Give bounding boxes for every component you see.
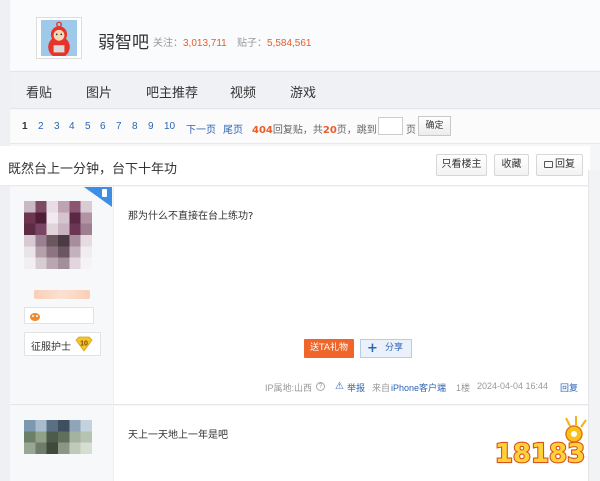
- reply-icon: [544, 161, 553, 168]
- level-badge-icon: [30, 313, 40, 321]
- thread-title-bar: 既然台上一分钟，台下十年功 只看楼主 收藏 回复: [0, 146, 590, 186]
- nav-videos[interactable]: 视频: [230, 82, 256, 101]
- only-op-button[interactable]: 只看楼主: [436, 154, 487, 176]
- author-avatar[interactable]: [24, 201, 92, 269]
- pagination-bar: 1 2 3 4 5 6 7 8 9 10 下一页 尾页 404回复贴，共20页，…: [10, 110, 600, 144]
- reply-label: 回复贴，共: [272, 125, 323, 136]
- forum-name[interactable]: 弱智吧: [98, 28, 149, 53]
- page-link-current[interactable]: 1: [22, 121, 28, 132]
- author-avatar[interactable]: [24, 420, 92, 481]
- post-time: 2024-04-04 16:44: [477, 381, 549, 391]
- user-level-box: [24, 307, 94, 324]
- ip-location: IP属地:山西: [265, 383, 313, 393]
- send-gift-button[interactable]: 送TA礼物: [304, 339, 354, 358]
- author-column: 征服护士 10: [10, 187, 114, 404]
- forum-title-badge[interactable]: 征服护士 10: [24, 332, 101, 356]
- teletubby-po-icon: [41, 20, 77, 56]
- client-link[interactable]: iPhone客户端: [391, 381, 446, 394]
- jump-label: 跳到: [356, 125, 377, 136]
- warning-icon: ⚠: [335, 381, 344, 392]
- level-number-icon: 10: [75, 336, 93, 352]
- reply-count: 404: [252, 125, 273, 136]
- favorite-button[interactable]: 收藏: [494, 154, 529, 176]
- follow-label: 关注：: [153, 38, 183, 49]
- page-link[interactable]: 5: [85, 121, 91, 132]
- author-column: [10, 406, 114, 481]
- reply-button-label: 回复: [555, 159, 575, 170]
- last-page-link[interactable]: 尾页: [223, 121, 243, 136]
- left-margin: [0, 0, 10, 481]
- forum-nav: 看贴 图片 吧主推荐 视频 游戏: [10, 71, 600, 109]
- page-link[interactable]: 9: [148, 121, 154, 132]
- reply-button[interactable]: 回复: [536, 154, 583, 176]
- forum-header: 弱智吧 关注：3,013,711 贴子：5,584,561: [10, 0, 600, 70]
- page-suffix: 页，: [336, 125, 357, 136]
- page-link[interactable]: 8: [132, 121, 138, 132]
- floor-number: 1楼: [456, 383, 471, 393]
- pixelated-avatar-icon: [24, 420, 92, 454]
- nav-games[interactable]: 游戏: [290, 82, 316, 101]
- info-icon: ?: [316, 382, 325, 391]
- source-label: 来自: [372, 383, 391, 393]
- site-watermark-logo: 18183: [494, 416, 587, 470]
- floor-reply-link[interactable]: 回复: [560, 381, 578, 394]
- next-page-link[interactable]: 下一页: [186, 121, 216, 136]
- badge-level-number: 10: [80, 341, 88, 348]
- mobile-client-icon: [84, 187, 112, 207]
- page-link[interactable]: 3: [54, 121, 60, 132]
- page-link[interactable]: 4: [69, 121, 75, 132]
- posts-stat: 贴子：5,584,561: [237, 34, 312, 49]
- jump-confirm-button[interactable]: 确定: [418, 116, 451, 136]
- page-count: 20: [322, 125, 337, 136]
- page-link[interactable]: 10: [164, 121, 175, 132]
- posts-count: 5,584,561: [267, 38, 312, 49]
- post-content: 天上一天地上一年是吧: [128, 430, 228, 441]
- page-unit: 页: [406, 125, 416, 136]
- page-link[interactable]: 2: [38, 121, 44, 132]
- forum-avatar[interactable]: [36, 17, 82, 59]
- jump-page-input[interactable]: [378, 117, 403, 135]
- nav-featured[interactable]: 吧主推荐: [146, 82, 198, 101]
- post-floor-1: 征服护士 10 那为什么不直接在台上练功? 送TA礼物 + 分享 IP属地:山西…: [10, 187, 588, 405]
- reply-summary: 404回复贴，共20页，跳到: [252, 121, 377, 136]
- nav-images[interactable]: 图片: [86, 82, 112, 101]
- report-link[interactable]: 举报: [347, 381, 365, 394]
- thread-title: 既然台上一分钟，台下十年功: [8, 162, 178, 177]
- page-link[interactable]: 7: [116, 121, 122, 132]
- watermark-text: 18183: [495, 439, 585, 469]
- pixelated-avatar-icon: [24, 201, 92, 269]
- share-label: 分享: [385, 343, 404, 353]
- post-content: 那为什么不直接在台上练功?: [128, 211, 254, 222]
- page-link[interactable]: 6: [100, 121, 106, 132]
- plus-icon: +: [367, 341, 378, 356]
- badge-title: 征服护士: [31, 342, 71, 353]
- posts-label: 贴子：: [237, 38, 267, 49]
- share-button[interactable]: + 分享: [360, 339, 412, 358]
- follow-count: 3,013,711: [183, 38, 227, 49]
- author-name-blurred[interactable]: [34, 290, 90, 299]
- nav-posts[interactable]: 看贴: [26, 82, 52, 101]
- follow-stat: 关注：3,013,711: [153, 34, 227, 49]
